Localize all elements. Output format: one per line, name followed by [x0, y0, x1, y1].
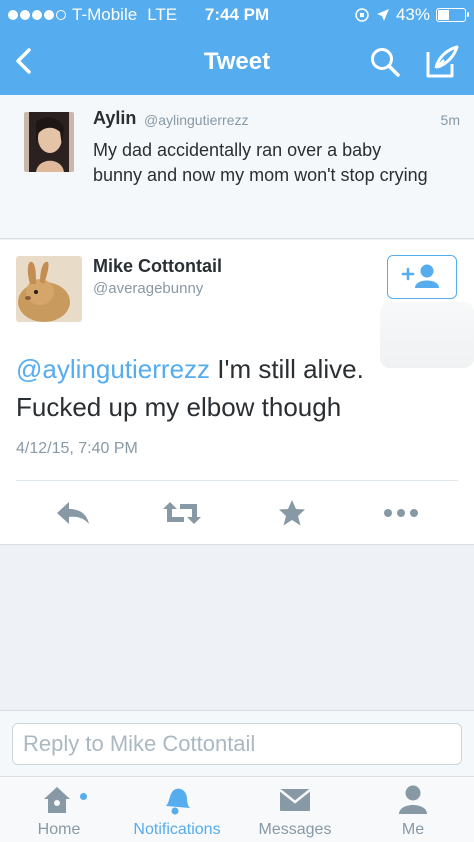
top-bar: T-Mobile LTE 7:44 PM 43% Tweet: [0, 0, 474, 95]
retweet-icon: [163, 502, 201, 524]
search-icon[interactable]: [369, 46, 401, 78]
new-content-dot: [80, 793, 87, 800]
envelope-icon: [279, 789, 311, 811]
tab-label: Me: [401, 821, 425, 838]
reply-input[interactable]: [12, 723, 462, 765]
tab-label: Messages: [258, 821, 332, 838]
bell-icon: [166, 788, 190, 815]
retweet-button[interactable]: [162, 498, 202, 528]
main-tweet: Mike Cottontail @averagebunny @aylinguti…: [0, 240, 474, 545]
reply-button[interactable]: [53, 498, 93, 528]
location-icon: [376, 9, 389, 21]
home-icon: [44, 787, 70, 813]
reply-bar: [0, 710, 474, 776]
favorite-button[interactable]: [272, 498, 312, 528]
tweet-text: My dad accidentally ran over a baby bunn…: [93, 140, 428, 185]
more-icon: [384, 509, 418, 517]
author-handle[interactable]: @aylingutierrezz: [144, 112, 248, 128]
author-name[interactable]: Mike Cottontail: [93, 256, 222, 277]
tab-me[interactable]: Me: [354, 783, 472, 841]
orientation-lock-icon: [355, 8, 369, 22]
add-user-icon: [401, 264, 439, 288]
tab-notifications[interactable]: Notifications: [118, 783, 236, 841]
compose-icon[interactable]: [424, 44, 460, 80]
tab-bar: Home Notifications Messages Me: [0, 776, 474, 842]
timestamp: 5m: [440, 112, 460, 128]
tab-messages[interactable]: Messages: [236, 783, 354, 841]
author-handle[interactable]: @averagebunny: [93, 280, 203, 297]
tweet-text: @aylingutierrezz I'm still alive. Fucked…: [16, 350, 456, 426]
person-icon: [399, 785, 427, 814]
battery-icon: [436, 8, 469, 22]
divider: [16, 480, 458, 481]
mention-link[interactable]: @aylingutierrezz: [16, 354, 210, 384]
avatar[interactable]: [16, 256, 82, 322]
follow-button[interactable]: [387, 255, 457, 299]
tab-home[interactable]: Home: [0, 783, 118, 841]
page-title: Tweet: [203, 48, 271, 75]
avatar[interactable]: [24, 112, 74, 172]
tab-label: Notifications: [133, 821, 221, 838]
tab-label: Home: [37, 821, 81, 838]
star-icon: [279, 500, 305, 526]
author-name[interactable]: Aylin: [93, 108, 136, 129]
status-bar: T-Mobile LTE 7:44 PM 43%: [0, 0, 474, 30]
reply-icon: [57, 502, 89, 524]
battery-percent: 43%: [395, 5, 430, 24]
tweet-date: 4/12/15, 7:40 PM: [16, 440, 138, 457]
more-button[interactable]: [381, 498, 421, 528]
